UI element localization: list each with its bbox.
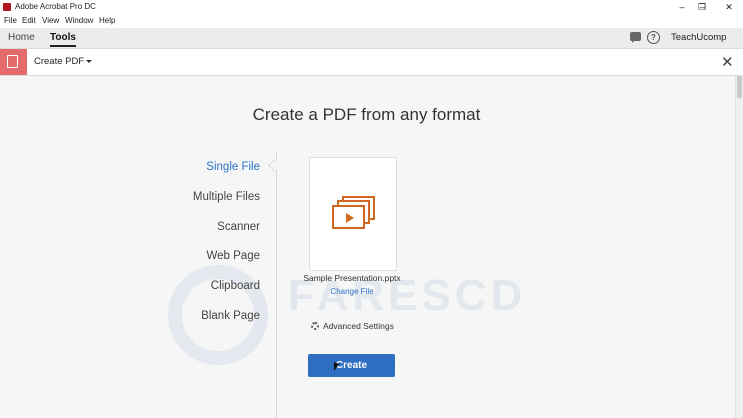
source-multiple-files[interactable]: Multiple Files [150, 190, 260, 220]
selected-file-card[interactable] [309, 157, 397, 271]
presentation-file-icon [330, 196, 378, 232]
tab-home[interactable]: Home [8, 32, 35, 43]
tool-bar: Create PDF ✕ [0, 49, 743, 76]
restore-button[interactable]: ❐ [692, 1, 712, 13]
menu-file[interactable]: File [4, 16, 17, 25]
advanced-settings-button[interactable]: Advanced Settings [311, 321, 394, 331]
acrobat-logo-icon [3, 3, 11, 11]
gear-icon [311, 322, 319, 330]
minimize-button-alt[interactable]: – [672, 1, 692, 13]
scrollbar-thumb[interactable] [737, 76, 742, 98]
title-bar: Adobe Acrobat Pro DC – – ❐ ✕ [0, 0, 743, 15]
menu-edit[interactable]: Edit [22, 16, 36, 25]
nav-bar: Home Tools ? TeachUcomp [0, 28, 743, 49]
menu-view[interactable]: View [42, 16, 59, 25]
close-tool-button[interactable]: ✕ [721, 53, 734, 71]
vertical-divider [276, 152, 277, 418]
create-button[interactable]: Create [308, 354, 395, 377]
pdf-document-icon [7, 55, 18, 68]
vertical-scrollbar[interactable] [735, 76, 743, 418]
close-window-button[interactable]: ✕ [719, 1, 739, 13]
source-scanner[interactable]: Scanner [150, 220, 260, 250]
tab-tools[interactable]: Tools [50, 32, 76, 47]
source-web-page[interactable]: Web Page [150, 249, 261, 279]
chevron-down-icon[interactable] [86, 60, 92, 63]
create-pdf-tool-icon [0, 49, 27, 75]
source-blank-page[interactable]: Blank Page [150, 309, 260, 339]
advanced-settings-label: Advanced Settings [323, 321, 394, 331]
source-single-file[interactable]: Single File [150, 160, 260, 190]
mouse-cursor-icon [334, 362, 339, 371]
help-icon[interactable]: ? [647, 31, 660, 44]
play-icon [346, 213, 354, 223]
tool-name-dropdown[interactable]: Create PDF [34, 56, 84, 67]
window-title: Adobe Acrobat Pro DC [15, 2, 96, 11]
source-type-list: Single File Multiple Files Scanner Web P… [150, 160, 260, 339]
menu-bar: File Edit View Window Help [0, 15, 743, 28]
user-account[interactable]: TeachUcomp [671, 32, 726, 43]
chat-icon[interactable] [630, 32, 641, 43]
file-name: Sample Presentation.pptx [303, 273, 401, 283]
menu-window[interactable]: Window [65, 16, 93, 25]
page-title: Create a PDF from any format [252, 105, 481, 124]
menu-help[interactable]: Help [99, 16, 115, 25]
source-clipboard[interactable]: Clipboard [150, 279, 260, 309]
change-file-link[interactable]: Change File [300, 287, 404, 296]
